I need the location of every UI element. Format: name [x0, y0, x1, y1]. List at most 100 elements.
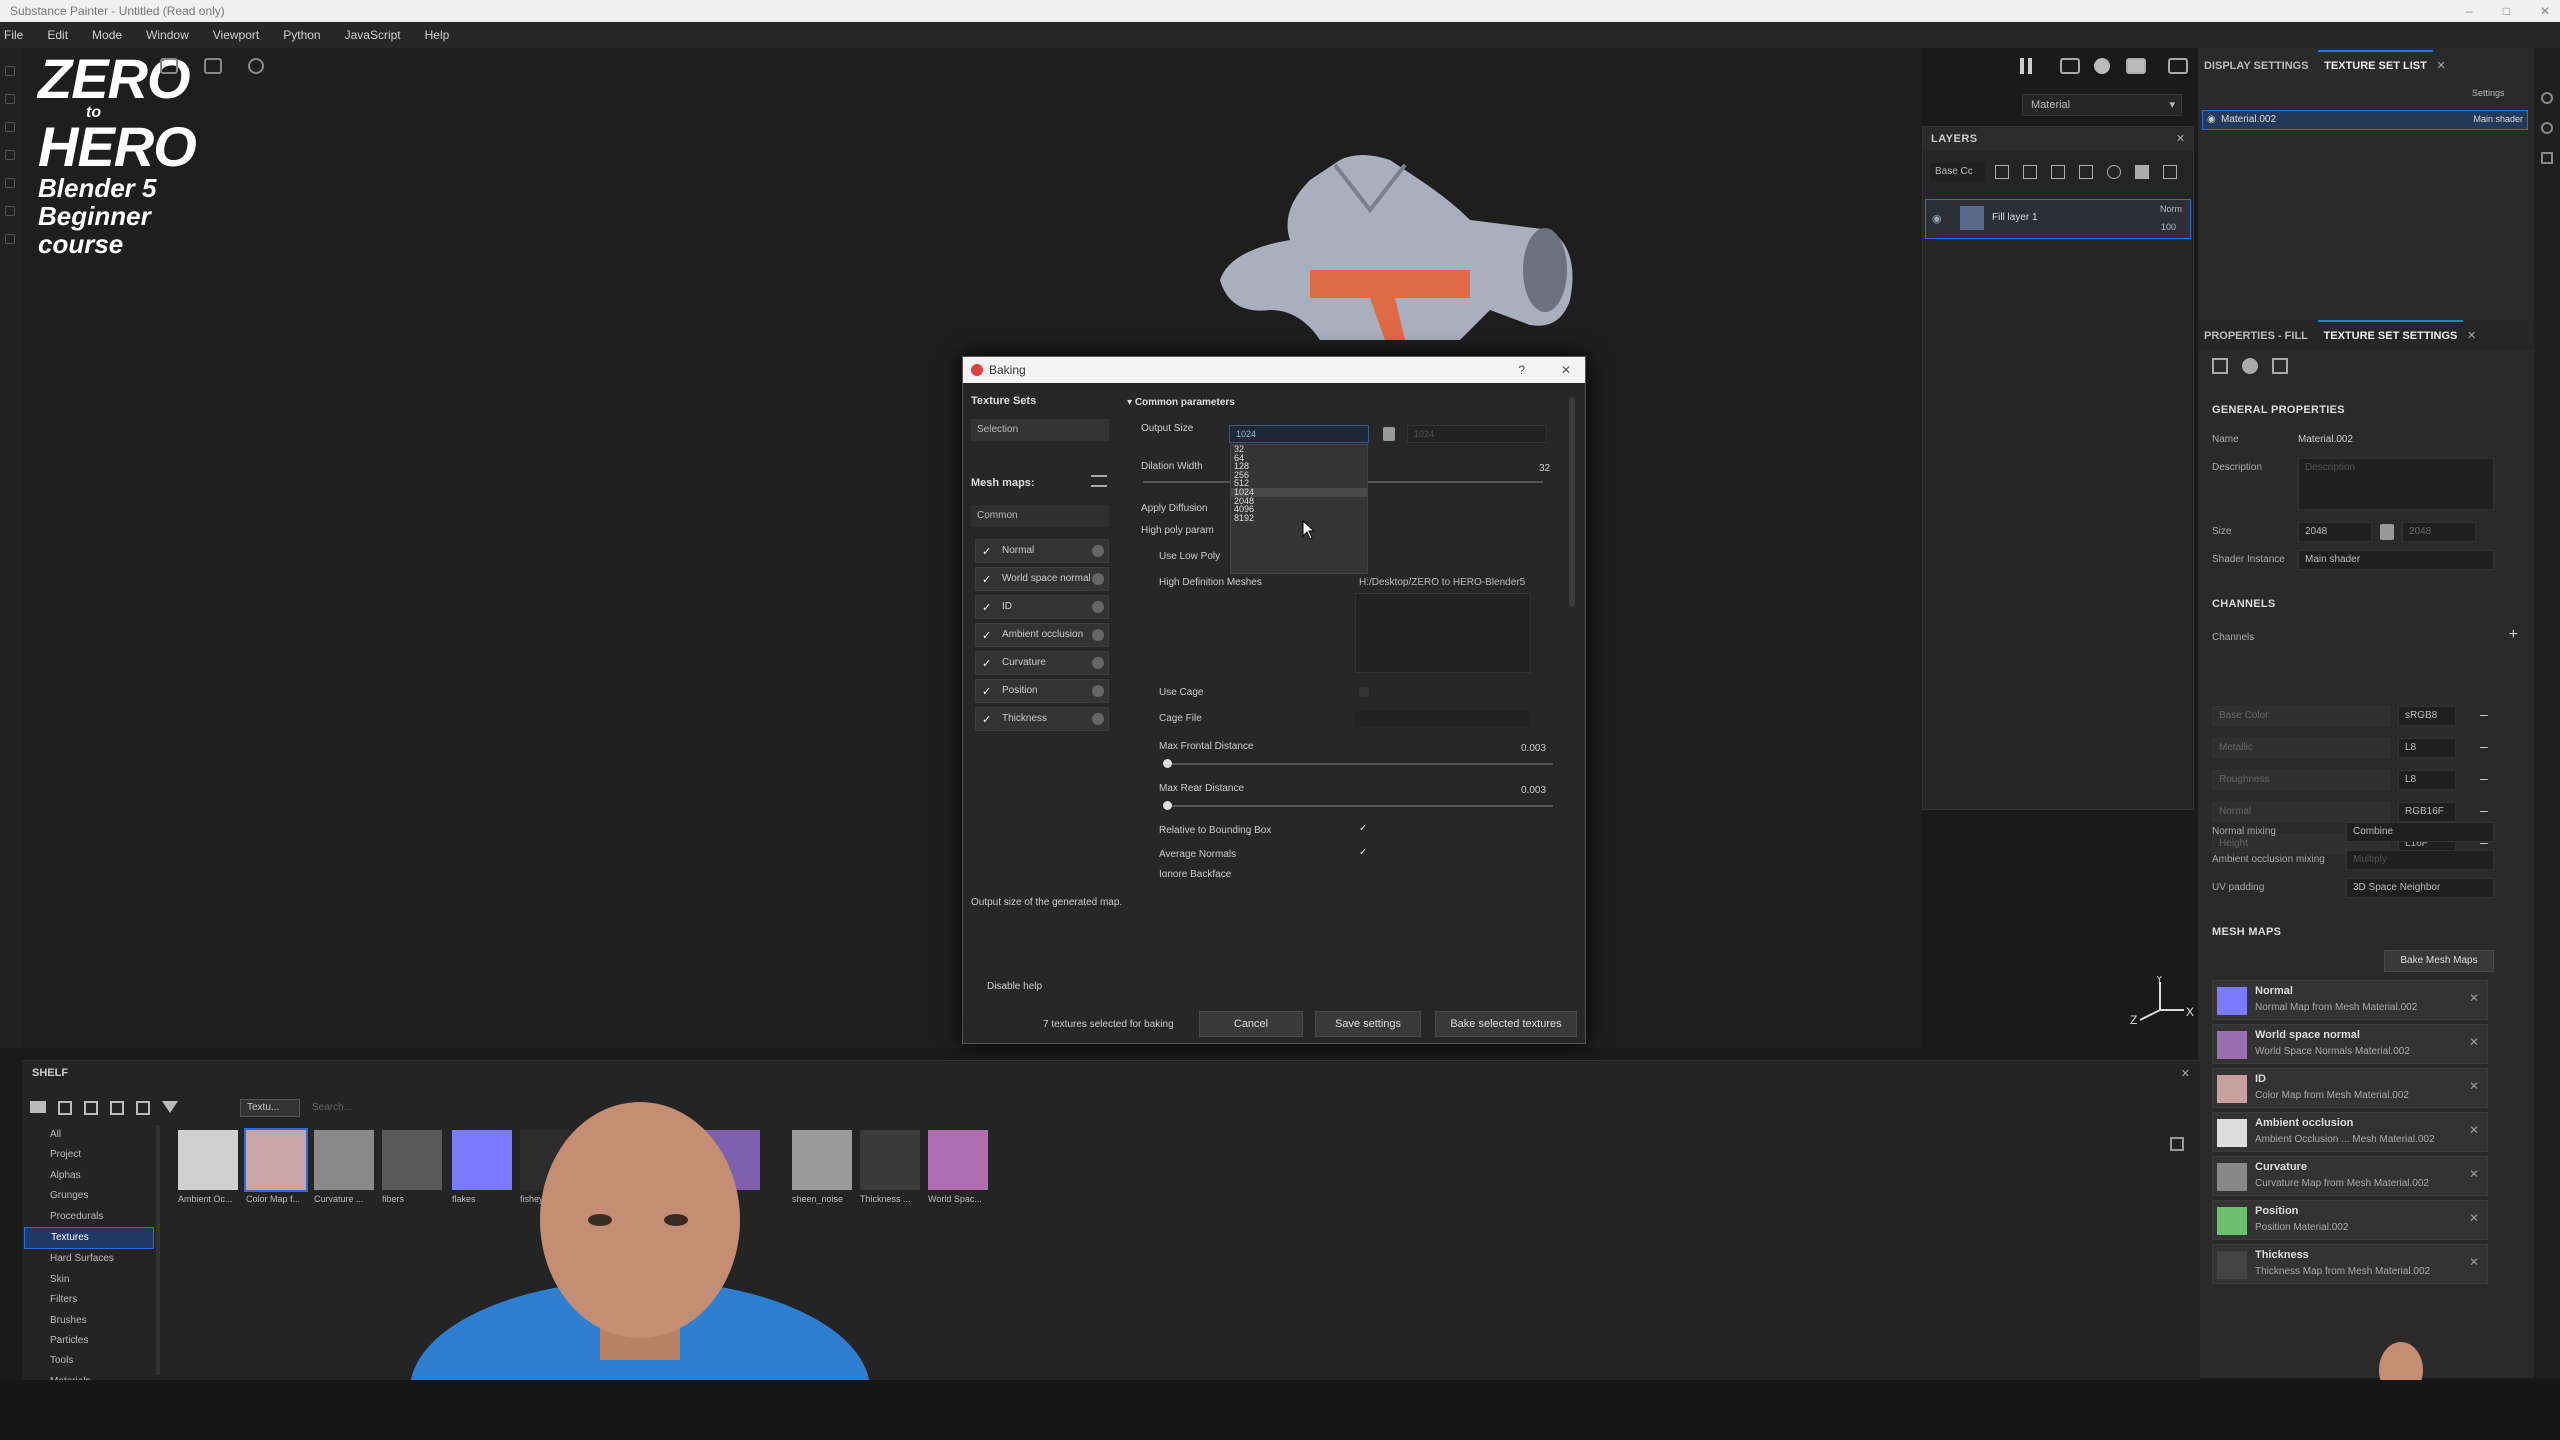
clone-tool-icon[interactable] — [5, 206, 15, 216]
hd-meshes-path[interactable]: H:/Desktop/ZERO to HERO-Blender5 — [1359, 577, 1525, 588]
menu-viewport[interactable]: Viewport — [213, 28, 259, 42]
output-size-dropdown[interactable]: 1024 — [1229, 425, 1369, 443]
close-icon[interactable]: ✕ — [2469, 991, 2479, 1005]
tab-properties-fill[interactable]: PROPERTIES - FILL — [2198, 322, 2314, 350]
bake-selected-button[interactable]: Bake selected textures — [1435, 1011, 1577, 1037]
checkbox-checked-icon[interactable]: ✓ — [982, 597, 991, 619]
lock-icon[interactable] — [2380, 524, 2394, 540]
hd-meshes-list[interactable] — [1355, 593, 1531, 673]
bake-map-row[interactable]: ✓ World space normal — [975, 567, 1109, 591]
shelf-item-thumbnail[interactable] — [178, 1130, 238, 1190]
checkbox-checked-icon[interactable]: ✓ — [982, 681, 991, 703]
close-window-icon[interactable]: ✕ — [2540, 0, 2550, 22]
viewport-material-dropdown[interactable]: Material ▾ — [2022, 94, 2182, 116]
add-folder-icon[interactable] — [2135, 165, 2149, 179]
export-icon[interactable] — [204, 58, 222, 74]
shelf-category[interactable]: Skin — [24, 1270, 154, 1290]
dilation-width-value[interactable]: 32 — [1539, 463, 1550, 474]
close-icon[interactable]: ✕ — [2469, 1167, 2479, 1181]
disable-help-link[interactable]: Disable help — [987, 981, 1042, 992]
common-tab[interactable]: Common — [971, 505, 1109, 527]
shelf-category[interactable]: Tools — [24, 1351, 154, 1371]
close-icon[interactable]: ✕ — [2176, 132, 2185, 145]
shelf-item-thumbnail[interactable] — [244, 1128, 308, 1192]
common-parameters-title[interactable]: ▾ Common parameters — [1127, 397, 1235, 408]
bake-map-row[interactable]: ✓ Normal — [975, 539, 1109, 563]
smudge-tool-icon[interactable] — [5, 178, 15, 188]
pause-icon[interactable] — [2020, 58, 2032, 74]
polygon-fill-icon[interactable] — [5, 150, 15, 160]
menu-window[interactable]: Window — [146, 28, 189, 42]
category-scrollbar[interactable] — [156, 1125, 160, 1375]
close-icon[interactable]: ✕ — [2181, 1067, 2190, 1080]
output-size-option[interactable]: 32 — [1231, 445, 1367, 454]
new-folder-icon[interactable] — [58, 1101, 72, 1115]
history-icon[interactable] — [248, 58, 264, 74]
slider-knob[interactable] — [1163, 801, 1172, 810]
texture-set-shader[interactable]: Main shader — [2473, 114, 2523, 124]
checkbox-checked-icon[interactable]: ✓ — [982, 569, 991, 591]
use-cage-checkbox[interactable] — [1359, 687, 1369, 697]
visibility-eye-icon[interactable]: ◉ — [1932, 212, 1942, 225]
size-dropdown[interactable]: 2048 — [2298, 522, 2372, 542]
max-frontal-value[interactable]: 0.003 — [1521, 743, 1546, 754]
output-size-option[interactable]: 64 — [1231, 453, 1367, 463]
shelf-category[interactable]: Project — [24, 1145, 154, 1165]
menu-list-icon[interactable] — [1091, 475, 1107, 487]
checkbox-checked-icon[interactable]: ✓ — [982, 625, 991, 647]
output-size-option[interactable]: 8192 — [1231, 513, 1367, 523]
maximize-icon[interactable]: □ — [2503, 0, 2510, 22]
gear-icon[interactable] — [1092, 601, 1104, 613]
menu-edit[interactable]: Edit — [47, 28, 68, 42]
picker-tool-icon[interactable] — [5, 234, 15, 244]
eraser-tool-icon[interactable] — [5, 94, 15, 104]
grid-view-icon[interactable] — [2170, 1137, 2184, 1151]
shelf-item-thumbnail[interactable] — [314, 1130, 374, 1190]
texture-set-selection[interactable]: Selection — [971, 419, 1109, 441]
relative-bbox-checkbox[interactable]: ✓ — [1359, 823, 1367, 834]
shelf-category[interactable]: Alphas — [24, 1166, 154, 1186]
tab-texture-set-settings[interactable]: TEXTURE SET SETTINGS — [2317, 320, 2464, 350]
bake-map-row[interactable]: ✓ ID — [975, 595, 1109, 619]
settings-dropdown[interactable]: Settings — [2472, 84, 2528, 102]
checkbox-checked-icon[interactable]: ✓ — [982, 541, 991, 563]
uv-padding-dropdown[interactable]: 3D Space Neighbor — [2346, 878, 2494, 898]
close-icon[interactable]: ✕ — [2467, 330, 2476, 342]
shelf-category[interactable]: Particles — [24, 1331, 154, 1351]
shelf-item-thumbnail[interactable] — [928, 1130, 988, 1190]
layer-name[interactable]: Fill layer 1 — [1992, 212, 2038, 223]
environment-icon[interactable] — [2094, 58, 2110, 74]
mesh-map-item[interactable]: World space normal World Space Normals M… — [2212, 1024, 2488, 1064]
texture-set-row[interactable]: ◉ Material.002 Main shader — [2202, 110, 2528, 130]
output-size-options[interactable]: 32 64 128 256 512 1024 2048 4096 8192 — [1230, 444, 1368, 574]
menu-mode[interactable]: Mode — [92, 28, 122, 42]
minimize-icon[interactable]: – — [2466, 0, 2473, 22]
bake-map-row[interactable]: ✓ Curvature — [975, 651, 1109, 675]
close-icon[interactable]: ✕ — [2469, 1255, 2479, 1269]
checkbox-checked-icon[interactable]: ✓ — [982, 653, 991, 675]
bake-mesh-maps-button[interactable]: Bake Mesh Maps — [2384, 950, 2494, 972]
close-icon[interactable]: ✕ — [1561, 357, 1571, 383]
3d-model-jacket[interactable] — [1170, 140, 1590, 360]
shelf-category[interactable]: Textures — [24, 1227, 154, 1250]
max-rear-value[interactable]: 0.003 — [1521, 785, 1546, 796]
menu-help[interactable]: Help — [425, 28, 450, 42]
filter-tag[interactable]: Textu... — [240, 1099, 300, 1117]
camera-frame-icon[interactable] — [2060, 58, 2080, 74]
gear-icon[interactable] — [1092, 685, 1104, 697]
checkbox-checked-icon[interactable]: ✓ — [982, 709, 991, 731]
bake-map-row[interactable]: ✓ Thickness — [975, 707, 1109, 731]
close-icon[interactable]: ✕ — [2469, 1035, 2479, 1049]
visibility-eye-icon[interactable]: ◉ — [2207, 114, 2216, 125]
remove-channel-icon[interactable]: – — [2480, 770, 2488, 786]
mesh-map-item[interactable]: Position Position Material.002 ✕ — [2212, 1200, 2488, 1240]
add-effect-icon[interactable] — [1995, 165, 2009, 179]
cancel-button[interactable]: Cancel — [1199, 1011, 1303, 1037]
export-icon[interactable] — [136, 1101, 150, 1115]
remove-channel-icon[interactable]: – — [2480, 738, 2488, 754]
hide-icon[interactable] — [110, 1101, 124, 1115]
remove-channel-icon[interactable]: – — [2480, 706, 2488, 722]
projection-tool-icon[interactable] — [5, 122, 15, 132]
texture-set-icon[interactable] — [2212, 358, 2228, 374]
folder-icon[interactable] — [30, 1101, 46, 1113]
